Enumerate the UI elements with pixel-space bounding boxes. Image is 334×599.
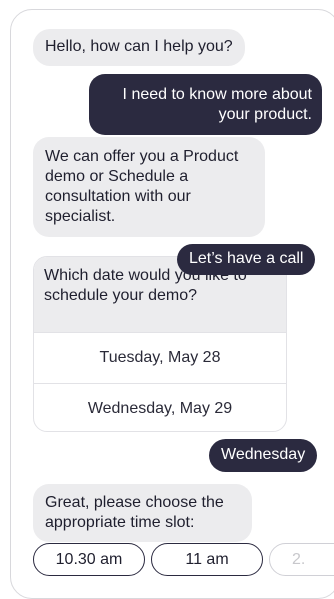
bot-message: Hello, how can I help you? — [33, 29, 245, 66]
date-option-tuesday[interactable]: Tuesday, May 28 — [34, 332, 286, 383]
chat-window: Hello, how can I help you? I need to kno… — [10, 9, 334, 599]
time-slot-button[interactable]: 11 am — [151, 543, 263, 576]
time-slot-button[interactable]: 2. — [269, 543, 334, 576]
bot-message: We can offer you a Product demo or Sched… — [33, 137, 265, 237]
date-picker-card: Which date would you like to schedule yo… — [33, 256, 287, 432]
bot-message: Great, please choose the appropriate tim… — [33, 484, 252, 542]
user-message: Wednesday — [209, 439, 318, 472]
user-message: I need to know more about your product. — [89, 74, 322, 135]
time-slot-button[interactable]: 10.30 am — [33, 543, 145, 576]
date-option-wednesday[interactable]: Wednesday, May 29 — [34, 383, 286, 431]
time-slot-list: 10.30 am 11 am 2. — [33, 543, 334, 576]
user-message: Let’s have a call — [177, 244, 316, 275]
